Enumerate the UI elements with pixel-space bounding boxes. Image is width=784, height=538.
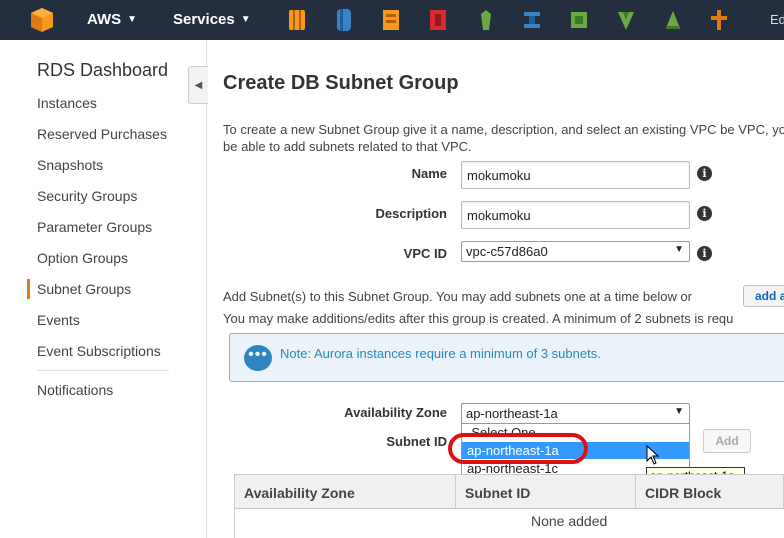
dropdown-arrow-icon: ▼: [674, 406, 684, 417]
chevron-down-icon: ▼: [240, 14, 251, 25]
description-label: Description: [375, 206, 447, 221]
highlight-annotation-ring: [448, 433, 588, 464]
column-divider: [635, 475, 636, 509]
chevron-left-icon: ◀: [194, 79, 203, 91]
active-item-indicator: [27, 279, 30, 299]
elb-icon[interactable]: [663, 8, 683, 32]
sidebar-item-snapshots[interactable]: Snapshots: [37, 157, 103, 173]
column-header-availability-zone[interactable]: Availability Zone: [244, 485, 355, 501]
column-header-cidr-block[interactable]: CIDR Block: [645, 485, 721, 501]
aurora-note-box: ••• Note: Aurora instances require a min…: [229, 333, 784, 382]
add-subnet-button[interactable]: Add: [703, 429, 751, 453]
vpc-id-select[interactable]: vpc-c57d86a0 ▼: [461, 241, 690, 262]
subnets-table-header: Availability Zone Subnet ID CIDR Block: [234, 474, 784, 509]
add-all-subnets-button[interactable]: add a: [743, 285, 784, 307]
empty-table-message: None added: [531, 513, 608, 529]
chevron-down-icon: ▼: [127, 14, 138, 25]
iam-icon[interactable]: [709, 8, 729, 32]
name-label: Name: [411, 166, 447, 181]
page-description: To create a new Subnet Group give it a n…: [223, 122, 784, 154]
aws-menu[interactable]: AWS ▼: [87, 11, 137, 28]
sidebar-item-security-groups[interactable]: Security Groups: [37, 188, 137, 204]
cloudformation-icon[interactable]: [428, 8, 448, 32]
sidebar-title[interactable]: RDS Dashboard: [37, 60, 168, 81]
services-menu-label: Services: [173, 11, 235, 28]
availability-zone-select-value: ap-northeast-1a: [466, 406, 558, 421]
sidebar-divider: [37, 370, 169, 371]
aurora-note-text: Note: Aurora instances require a minimum…: [280, 346, 601, 361]
mouse-cursor-icon: [646, 445, 660, 465]
s3-icon[interactable]: [334, 8, 354, 32]
sidebar-collapse-toggle[interactable]: ◀: [188, 66, 208, 104]
vpc-icon[interactable]: [569, 8, 589, 32]
add-subnet-instructions-2: You may make additions/edits after this …: [223, 311, 734, 326]
availability-zone-select[interactable]: ap-northeast-1a ▼: [461, 403, 690, 424]
rds-icon[interactable]: [381, 8, 401, 32]
vpc-id-label: VPC ID: [403, 246, 447, 261]
edit-menu[interactable]: Ed: [770, 12, 784, 27]
sidebar-item-subnet-groups[interactable]: Subnet Groups: [37, 281, 131, 297]
ec2-icon[interactable]: [287, 8, 307, 32]
cloudfront-icon[interactable]: [522, 8, 542, 32]
vpc-id-select-value: vpc-c57d86a0: [466, 244, 548, 259]
sidebar-item-event-subscriptions[interactable]: Event Subscriptions: [37, 343, 161, 359]
name-input[interactable]: [461, 161, 690, 189]
sidebar-item-events[interactable]: Events: [37, 312, 80, 328]
aws-menu-label: AWS: [87, 11, 122, 28]
info-icon[interactable]: i: [697, 246, 712, 261]
top-nav-bar: AWS ▼ Services ▼ Ed: [0, 0, 784, 40]
availability-zone-label: Availability Zone: [344, 405, 447, 420]
lambda-icon[interactable]: [616, 8, 636, 32]
info-icon[interactable]: i: [697, 166, 712, 181]
sidebar: RDS Dashboard Instances Reserved Purchas…: [0, 40, 207, 538]
elasticbeanstalk-icon[interactable]: [476, 8, 496, 32]
aws-cube-logo-icon[interactable]: [30, 7, 54, 33]
sidebar-item-reserved-purchases[interactable]: Reserved Purchases: [37, 126, 167, 142]
subnet-id-label: Subnet ID: [386, 434, 447, 449]
services-menu[interactable]: Services ▼: [173, 11, 251, 28]
add-subnet-instructions: Add Subnet(s) to this Subnet Group. You …: [223, 289, 693, 304]
speech-bubble-icon: •••: [244, 345, 272, 371]
column-divider: [455, 475, 456, 509]
column-header-subnet-id[interactable]: Subnet ID: [465, 485, 530, 501]
dropdown-arrow-icon: ▼: [674, 244, 684, 255]
sidebar-item-instances[interactable]: Instances: [37, 95, 97, 111]
subnets-table-body: None added: [234, 509, 784, 538]
sidebar-item-option-groups[interactable]: Option Groups: [37, 250, 128, 266]
sidebar-item-notifications[interactable]: Notifications: [37, 382, 113, 398]
page-title: Create DB Subnet Group: [223, 72, 459, 94]
info-icon[interactable]: i: [697, 206, 712, 221]
description-input[interactable]: [461, 201, 690, 229]
sidebar-item-parameter-groups[interactable]: Parameter Groups: [37, 219, 152, 235]
